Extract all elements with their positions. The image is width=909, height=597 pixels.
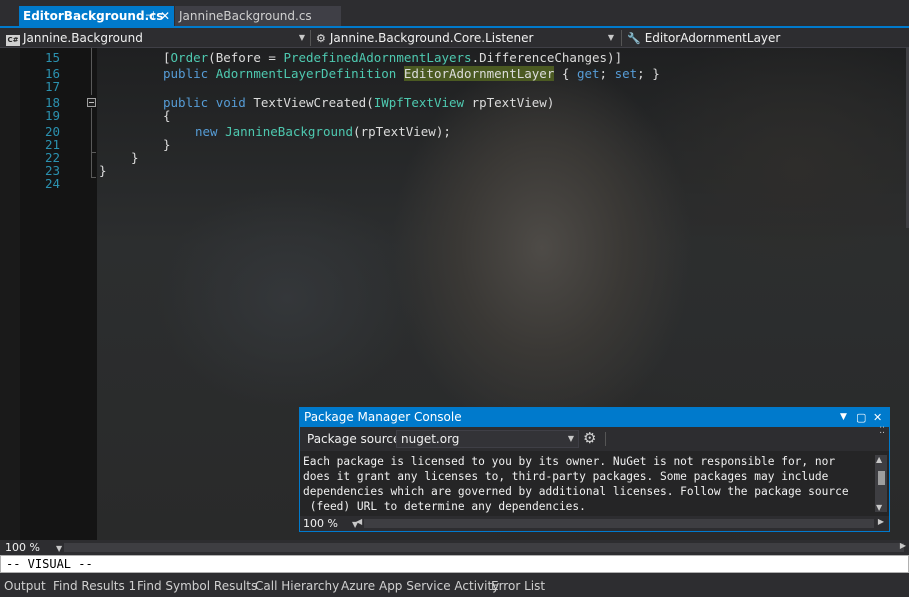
code-line-18: public void TextViewCreated(IWpfTextView… (163, 95, 555, 110)
pmc-vertical-scrollbar[interactable]: ▲ ▼ (875, 455, 887, 512)
scroll-thumb[interactable] (878, 471, 885, 485)
editor-horizontal-scrollbar[interactable]: ▶ (64, 541, 906, 552)
pin-icon[interactable]: ⊣ (145, 6, 155, 26)
pmc-text-line: Each package is licensed to you by its o… (303, 455, 836, 468)
tab-call-hierarchy[interactable]: Call Hierarchy (255, 579, 339, 593)
package-source-dropdown[interactable]: nuget.org ▼ (396, 430, 579, 448)
dropdown-arrow-icon[interactable]: ▼ (840, 408, 847, 427)
tab-editorbackground-cs[interactable]: EditorBackground.cs ⊣ ✕ (19, 6, 174, 26)
tab-find-symbol-results[interactable]: Find Symbol Results (137, 579, 257, 593)
code-line-21: } (163, 137, 171, 152)
code-line-20: new JannineBackground(rpTextView); (195, 124, 451, 139)
tab-error-list[interactable]: Error List (491, 579, 545, 593)
line-number: 17 (44, 79, 60, 94)
wrench-icon: 🔧 (627, 32, 641, 45)
collapse-icon[interactable] (87, 98, 96, 107)
scroll-right-icon[interactable]: ▶ (900, 541, 906, 550)
code-line-22: } (131, 150, 139, 165)
outline-guide (91, 108, 92, 178)
pmc-text-line: dependencies which are governed by addit… (303, 485, 849, 498)
code-line-16: public AdornmentLayerDefinition EditorAd… (163, 66, 660, 81)
type-dropdown[interactable]: ⚙ Jannine.Background.Core.Listener ▼ (316, 29, 618, 47)
pmc-horizontal-scrollbar[interactable]: ◀ ▶ (356, 517, 884, 528)
gear-icon[interactable]: ⚙ (583, 429, 596, 447)
pmc-title-bar[interactable]: Package Manager Console ▼ ▢ ✕ (300, 408, 889, 427)
chevron-down-icon: ▼ (55, 544, 63, 553)
editor-zoom-dropdown[interactable]: 100 % ▼ (5, 540, 62, 556)
line-number: 24 (44, 176, 60, 191)
tab-label: EditorBackground.cs (23, 9, 164, 23)
maximize-icon[interactable]: ▢ (856, 408, 866, 427)
pmc-zoom-dropdown[interactable]: 100 % ▼ (303, 516, 358, 532)
toolbar-divider (605, 432, 606, 446)
document-tab-bar: EditorBackground.cs ⊣ ✕ JannineBackgroun… (0, 0, 909, 28)
pmc-output-text[interactable]: Each package is licensed to you by its o… (303, 454, 873, 514)
outline-guide (91, 177, 96, 178)
package-source-value: nuget.org (401, 432, 460, 446)
pmc-text-line: does it grant any licenses to, third-par… (303, 470, 829, 483)
package-source-label: Package source: (307, 432, 405, 446)
member-dropdown[interactable]: 🔧 EditorAdornmentLayer (627, 29, 905, 47)
nav-divider (310, 30, 311, 46)
scroll-up-icon[interactable]: ▲ (876, 455, 882, 464)
project-dropdown-label: Jannine.Background (23, 31, 143, 45)
editor-zoom-bar: 100 % ▼ ▶ (0, 540, 909, 555)
pmc-title: Package Manager Console (304, 410, 462, 424)
member-dropdown-label: EditorAdornmentLayer (644, 31, 781, 45)
tool-window-tabs: Output Find Results 1 Find Symbol Result… (0, 575, 909, 597)
navigation-bar: C# Jannine.Background ▼ ⚙ Jannine.Backgrou… (0, 28, 909, 48)
line-number: 19 (44, 108, 60, 123)
pmc-text-line: (feed) URL to determine any dependencies… (303, 500, 586, 513)
chevron-down-icon: ▼ (298, 33, 305, 42)
editor-margin (0, 48, 20, 540)
code-line-23: } (99, 163, 107, 178)
scroll-left-icon[interactable]: ◀ (356, 517, 362, 526)
tab-azure-app-service-activity[interactable]: Azure App Service Activity (341, 579, 499, 593)
outline-guide (91, 152, 96, 153)
code-line-19: { (163, 108, 171, 123)
overflow-icon[interactable]: ⁚⁚ (879, 426, 885, 436)
code-line-15: [Order(Before = PredefinedAdornmentLayer… (163, 50, 623, 65)
tab-output[interactable]: Output (4, 579, 46, 593)
tab-label: JannineBackground.cs (179, 9, 312, 23)
chevron-down-icon: ▼ (607, 33, 614, 42)
scroll-down-icon[interactable]: ▼ (876, 503, 882, 512)
highlighted-identifier: EditorAdornmentLayer (403, 66, 555, 81)
tab-janninebackground-cs[interactable]: JannineBackground.cs (175, 6, 341, 26)
type-dropdown-label: Jannine.Background.Core.Listener (329, 31, 534, 45)
vim-command-line[interactable]: -- VISUAL -- (0, 555, 909, 573)
pmc-bottom-bar: 100 % ▼ ◀ ▶ (300, 516, 889, 531)
outline-guide (91, 48, 92, 95)
close-icon[interactable]: ✕ (160, 6, 170, 26)
scroll-right-icon[interactable]: ▶ (878, 517, 884, 526)
project-dropdown[interactable]: C# Jannine.Background ▼ (6, 29, 309, 47)
close-icon[interactable]: ✕ (873, 408, 882, 427)
package-manager-console[interactable]: Package Manager Console ▼ ▢ ✕ Package so… (299, 407, 890, 532)
class-icon: ⚙ (316, 32, 326, 45)
line-number: 15 (44, 50, 60, 65)
pmc-toolbar: Package source: nuget.org ▼ ⚙ ⁚⁚ (300, 426, 889, 451)
cs-project-icon: C# (6, 35, 20, 46)
chevron-down-icon: ▼ (567, 434, 574, 443)
nav-divider (621, 30, 622, 46)
tab-find-results-1[interactable]: Find Results 1 (53, 579, 136, 593)
